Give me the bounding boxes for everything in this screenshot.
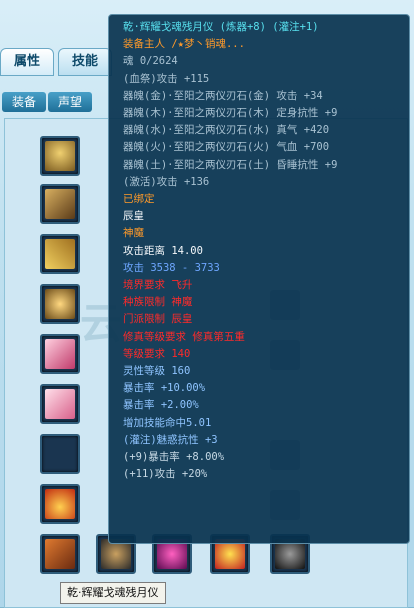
tooltip-line: 魂 0/2624 (123, 55, 178, 68)
weapon-icon (45, 539, 75, 569)
equip-slot-crown[interactable] (40, 484, 80, 524)
tooltip-line: 辰皇 (123, 210, 144, 223)
equip-slot-belt[interactable] (40, 234, 80, 274)
tooltip-line: 装备主人 /★梦丶销魂... (123, 38, 245, 51)
tooltip-line: 神魔 (123, 227, 144, 240)
tooltip-line: 攻击距离 14.00 (123, 244, 203, 257)
helmet-icon (45, 141, 75, 171)
tooltip-line: 种族限制 神魔 (123, 296, 193, 309)
equip-slot-ribbon-2[interactable] (40, 384, 80, 424)
item-tooltip: 乾·辉耀戈魂残月仪 (炼器+8) (灌注+1) 装备主人 /★梦丶销魂... 魂 0… (108, 14, 410, 544)
tooltip-line: 已绑定 (123, 193, 155, 206)
tooltip-line: 攻击 3538 - 3733 (123, 261, 220, 274)
tooltip-line: 器魄(金)·至阳之两仪刃石(金) 攻击 +34 (123, 89, 323, 102)
equip-slot-ribbon-1[interactable] (40, 334, 80, 374)
tooltip-line: 器魄(土)·至阳之两仪刃石(土) 昏睡抗性 +9 (123, 158, 338, 171)
armor-icon (45, 189, 75, 219)
tooltip-line: 增加技能命中5.01 (123, 416, 212, 429)
shoulder-icon (45, 289, 75, 319)
equip-slot-empty[interactable] (40, 434, 80, 474)
item-name-caption: 乾·辉耀戈魂残月仪 (60, 582, 166, 604)
tooltip-line: 境界要求 飞升 (123, 279, 193, 292)
equip-slot-shoulder[interactable] (40, 284, 80, 324)
equip-slot-helmet[interactable] (40, 136, 80, 176)
equip-slot-armor[interactable] (40, 184, 80, 224)
tooltip-line: 等级要求 140 (123, 347, 191, 360)
belt-icon (45, 239, 75, 269)
crown-icon (45, 489, 75, 519)
ribbon-icon (45, 389, 75, 419)
tooltip-line: (血祭)攻击 +115 (123, 72, 210, 85)
tab-attributes[interactable]: 属性 (0, 48, 54, 76)
subtab-reputation[interactable]: 声望 (48, 92, 93, 112)
tab-skills[interactable]: 技能 (58, 48, 112, 76)
tooltip-line: 灵性等级 160 (123, 365, 191, 378)
tooltip-line: (灌注)魅惑抗性 +3 (123, 433, 218, 446)
tooltip-line: 乾·辉耀戈魂残月仪 (炼器+8) (灌注+1) (123, 21, 319, 33)
tooltip-line: (+9)暴击率 +8.00% (123, 451, 225, 464)
equip-slot-weapon[interactable] (40, 534, 80, 574)
tooltip-line: 暴击率 +2.00% (123, 399, 199, 412)
tooltip-line: 器魄(木)·至阳之两仪刃石(木) 定身抗性 +9 (123, 107, 338, 120)
tooltip-line: 门派限制 辰皇 (123, 313, 193, 326)
tooltip-line: 修真等级要求 修真第五重 (123, 330, 245, 343)
tooltip-line: 器魄(火)·至阳之两仪刃石(火) 气血 +700 (123, 141, 330, 154)
tooltip-line: 暴击率 +10.00% (123, 382, 206, 395)
ribbon-icon (45, 339, 75, 369)
tooltip-line: 器魄(水)·至阳之两仪刃石(水) 真气 +420 (123, 124, 330, 137)
tooltip-line: (激活)攻击 +136 (123, 175, 210, 188)
subtab-equipment[interactable]: 装备 (2, 92, 47, 112)
tooltip-line: (+11)攻击 +20% (123, 468, 208, 481)
